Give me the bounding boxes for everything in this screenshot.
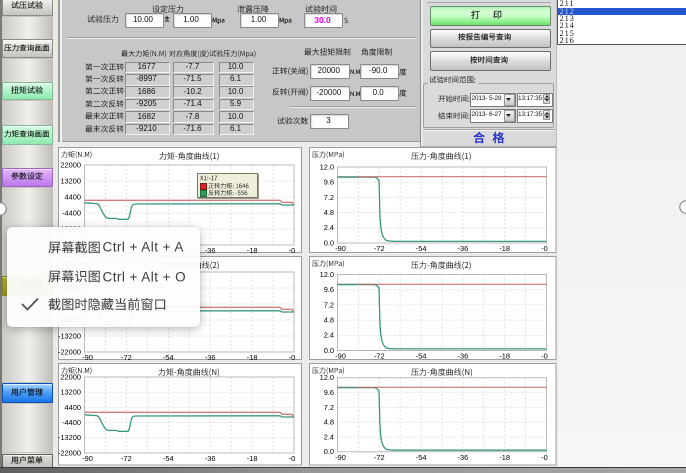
svg-text:-13200: -13200 — [57, 331, 80, 340]
svg-text:12.0: 12.0 — [319, 162, 333, 171]
svg-text:9.6: 9.6 — [323, 388, 333, 397]
svg-text:-22000: -22000 — [57, 448, 80, 457]
svg-text:-36: -36 — [457, 244, 468, 253]
svg-text:22000: 22000 — [60, 160, 81, 169]
svg-text:2.4: 2.4 — [323, 223, 333, 232]
svg-text:-0: -0 — [541, 352, 548, 361]
svg-text:4400: 4400 — [64, 192, 80, 201]
svg-text:-13200: -13200 — [57, 433, 80, 442]
svg-text:-0: -0 — [288, 353, 295, 362]
svg-text:-90: -90 — [335, 453, 346, 462]
svg-text:-18: -18 — [246, 454, 257, 463]
svg-text:-54: -54 — [415, 352, 426, 361]
svg-text:4.8: 4.8 — [323, 418, 333, 427]
svg-text:-90: -90 — [82, 353, 93, 362]
svg-text:-0: -0 — [288, 454, 295, 463]
svg-text:13200: 13200 — [60, 388, 81, 397]
svg-text:4.8: 4.8 — [323, 208, 333, 217]
svg-text:-54: -54 — [415, 453, 426, 462]
svg-text:-72: -72 — [121, 353, 132, 362]
svg-text:-90: -90 — [335, 352, 346, 361]
svg-text:2.4: 2.4 — [323, 432, 333, 441]
svg-text:7.2: 7.2 — [323, 300, 333, 309]
svg-text:9.6: 9.6 — [323, 178, 333, 187]
svg-text:-18: -18 — [499, 244, 510, 253]
svg-text:4.8: 4.8 — [323, 316, 333, 325]
svg-text:-36: -36 — [204, 454, 215, 463]
svg-text:-90: -90 — [82, 454, 93, 463]
svg-text:7.2: 7.2 — [323, 193, 333, 202]
svg-text:12.0: 12.0 — [319, 373, 333, 382]
svg-text:4400: 4400 — [64, 403, 80, 412]
svg-text:13200: 13200 — [60, 176, 81, 185]
svg-text:0.0: 0.0 — [323, 346, 333, 355]
svg-text:-18: -18 — [499, 453, 510, 462]
svg-text:-54: -54 — [162, 454, 173, 463]
svg-text:0.0: 0.0 — [323, 447, 333, 456]
svg-text:9.6: 9.6 — [323, 285, 333, 294]
svg-text:-72: -72 — [373, 352, 384, 361]
svg-text:-4400: -4400 — [62, 208, 81, 217]
svg-text:-36: -36 — [204, 353, 215, 362]
svg-text:-72: -72 — [121, 454, 132, 463]
svg-text:2.4: 2.4 — [323, 331, 333, 340]
svg-text:-54: -54 — [162, 353, 173, 362]
svg-text:-4400: -4400 — [62, 418, 81, 427]
svg-text:-36: -36 — [457, 453, 468, 462]
svg-text:7.2: 7.2 — [323, 403, 333, 412]
svg-text:-22000: -22000 — [57, 347, 80, 356]
svg-text:-0: -0 — [541, 453, 548, 462]
svg-text:-18: -18 — [246, 353, 257, 362]
svg-text:-36: -36 — [457, 352, 468, 361]
svg-text:-72: -72 — [373, 453, 384, 462]
svg-text:-18: -18 — [499, 352, 510, 361]
svg-text:-0: -0 — [541, 244, 548, 253]
svg-text:-54: -54 — [415, 244, 426, 253]
